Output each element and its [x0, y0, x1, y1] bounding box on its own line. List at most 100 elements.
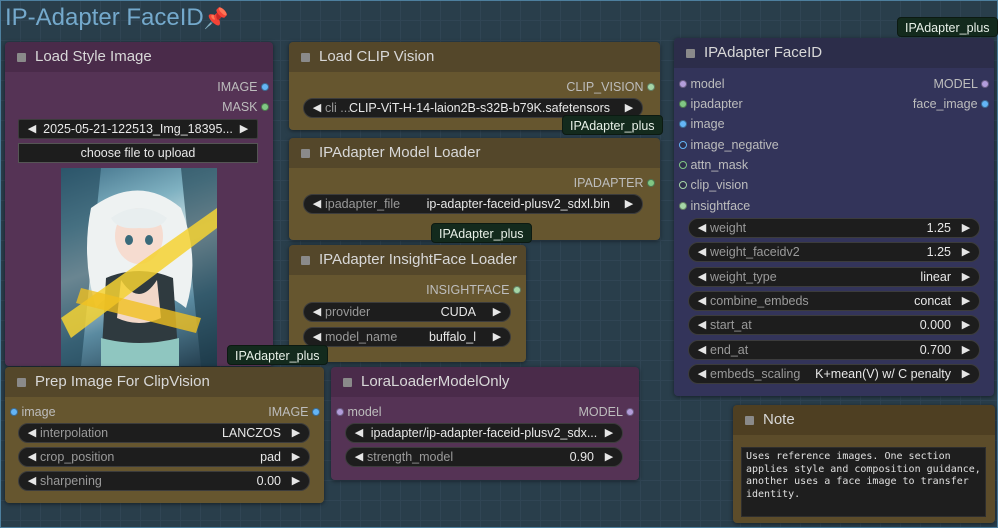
- arrow-left-icon[interactable]: ◀: [695, 268, 709, 286]
- image-output-dot-icon[interactable]: [261, 82, 269, 91]
- arrow-right-icon[interactable]: ▶: [237, 120, 251, 138]
- group-title[interactable]: IP-Adapter FaceID📌: [5, 4, 229, 32]
- output-model[interactable]: MODEL: [934, 76, 989, 92]
- node-note[interactable]: Note Uses reference images. One section …: [733, 405, 995, 523]
- image-input-dot-icon[interactable]: [679, 119, 687, 128]
- arrow-left-icon[interactable]: ◀: [695, 341, 709, 359]
- ipadapter-output-dot-icon[interactable]: [647, 178, 655, 187]
- image-input-dot-icon[interactable]: [10, 407, 18, 416]
- insightface-output-dot-icon[interactable]: [513, 285, 521, 294]
- collapse-dot-icon[interactable]: [17, 378, 26, 387]
- image-output-dot-icon[interactable]: [312, 407, 320, 416]
- arrow-right-icon[interactable]: ▶: [959, 268, 973, 286]
- arrow-left-icon[interactable]: ◀: [310, 195, 324, 213]
- output-ipadapter[interactable]: IPADAPTER: [574, 175, 655, 191]
- node-title[interactable]: Load CLIP Vision: [289, 42, 660, 72]
- node-lora-loader-model-only[interactable]: LoraLoaderModelOnly model MODEL ◀ ipadapt…: [331, 367, 639, 480]
- input-model[interactable]: model: [679, 76, 725, 92]
- input-attn-mask[interactable]: attn_mask: [679, 157, 748, 173]
- clip-vision-output-dot-icon[interactable]: [647, 82, 655, 91]
- mask-output-dot-icon[interactable]: [261, 102, 269, 111]
- arrow-right-icon[interactable]: ▶: [289, 424, 303, 442]
- arrow-left-icon[interactable]: ◀: [310, 303, 324, 321]
- model-input-dot-icon[interactable]: [679, 79, 687, 88]
- collapse-dot-icon[interactable]: [17, 53, 26, 62]
- collapse-dot-icon[interactable]: [686, 49, 695, 58]
- arrow-right-icon[interactable]: ▶: [289, 472, 303, 490]
- arrow-right-icon[interactable]: ▶: [490, 328, 504, 346]
- arrow-left-icon[interactable]: ◀: [25, 120, 39, 138]
- output-model[interactable]: MODEL: [579, 404, 634, 420]
- node-title[interactable]: Note: [733, 405, 995, 435]
- arrow-left-icon[interactable]: ◀: [695, 365, 709, 383]
- arrow-right-icon[interactable]: ▶: [959, 219, 973, 237]
- end-at-widget[interactable]: ◀ end_at 0.700 ▶: [688, 340, 980, 360]
- strength-model-widget[interactable]: ◀ strength_model 0.90 ▶: [345, 447, 623, 467]
- arrow-left-icon[interactable]: ◀: [352, 448, 366, 466]
- crop-position-widget[interactable]: ◀ crop_position pad ▶: [18, 447, 310, 467]
- collapse-dot-icon[interactable]: [343, 378, 352, 387]
- arrow-right-icon[interactable]: ▶: [289, 448, 303, 466]
- input-image[interactable]: image: [679, 116, 725, 132]
- arrow-right-icon[interactable]: ▶: [959, 292, 973, 310]
- node-title[interactable]: Prep Image For ClipVision: [5, 367, 324, 397]
- output-image[interactable]: IMAGE: [217, 79, 269, 95]
- input-image-negative[interactable]: image_negative: [679, 137, 779, 153]
- output-image[interactable]: IMAGE: [268, 404, 320, 420]
- model-name-select[interactable]: ◀ model_name buffalo_l ▶: [303, 327, 511, 347]
- output-clip-vision[interactable]: CLIP_VISION: [566, 79, 655, 95]
- model-output-dot-icon[interactable]: [981, 79, 989, 88]
- input-ipadapter[interactable]: ipadapter: [679, 96, 743, 112]
- model-input-dot-icon[interactable]: [336, 407, 344, 416]
- face-image-output-dot-icon[interactable]: [981, 99, 989, 108]
- node-title[interactable]: LoraLoaderModelOnly: [331, 367, 639, 397]
- ipadapter-input-dot-icon[interactable]: [679, 99, 687, 108]
- collapse-dot-icon[interactable]: [301, 53, 310, 62]
- node-title[interactable]: IPAdapter InsightFace Loader: [289, 245, 526, 275]
- node-load-style-image[interactable]: Load Style Image IMAGE MASK ◀ 2025-05-21…: [5, 42, 273, 366]
- arrow-right-icon[interactable]: ▶: [959, 365, 973, 383]
- arrow-right-icon[interactable]: ▶: [602, 448, 616, 466]
- input-insightface[interactable]: insightface: [679, 198, 750, 214]
- node-title[interactable]: IPAdapter FaceID: [674, 38, 994, 68]
- weight-faceidv2-widget[interactable]: ◀ weight_faceidv2 1.25 ▶: [688, 242, 980, 262]
- embeds-scaling-widget[interactable]: ◀ embeds_scaling K+mean(V) w/ C penalty ▶: [688, 364, 980, 384]
- weight-widget[interactable]: ◀ weight 1.25 ▶: [688, 218, 980, 238]
- arrow-left-icon[interactable]: ◀: [25, 472, 39, 490]
- note-textarea[interactable]: Uses reference images. One section appli…: [741, 447, 986, 517]
- node-title[interactable]: Load Style Image: [5, 42, 273, 72]
- arrow-left-icon[interactable]: ◀: [695, 292, 709, 310]
- image-select[interactable]: ◀ 2025-05-21-122513_Img_18395... ▶: [18, 119, 258, 139]
- arrow-right-icon[interactable]: ▶: [622, 195, 636, 213]
- arrow-right-icon[interactable]: ▶: [959, 341, 973, 359]
- lora-name-select[interactable]: ◀ ipadapter/ip-adapter-faceid-plusv2_sdx.…: [345, 423, 623, 443]
- node-prep-image-clipvision[interactable]: Prep Image For ClipVision image IMAGE ◀ i…: [5, 367, 324, 503]
- provider-select[interactable]: ◀ provider CUDA ▶: [303, 302, 511, 322]
- collapse-dot-icon[interactable]: [301, 256, 310, 265]
- arrow-right-icon[interactable]: ▶: [959, 316, 973, 334]
- output-insightface[interactable]: INSIGHTFACE: [426, 282, 521, 298]
- input-clip-vision[interactable]: clip_vision: [679, 177, 748, 193]
- arrow-left-icon[interactable]: ◀: [310, 328, 324, 346]
- arrow-left-icon[interactable]: ◀: [310, 99, 324, 117]
- arrow-left-icon[interactable]: ◀: [352, 424, 366, 442]
- node-title[interactable]: IPAdapter Model Loader: [289, 138, 660, 168]
- output-mask[interactable]: MASK: [222, 99, 269, 115]
- insightface-input-dot-icon[interactable]: [679, 201, 687, 210]
- start-at-widget[interactable]: ◀ start_at 0.000 ▶: [688, 315, 980, 335]
- input-model[interactable]: model: [336, 404, 382, 420]
- input-image[interactable]: image: [10, 404, 56, 420]
- sharpening-widget[interactable]: ◀ sharpening 0.00 ▶: [18, 471, 310, 491]
- collapse-dot-icon[interactable]: [745, 416, 754, 425]
- upload-button[interactable]: choose file to upload: [18, 143, 258, 163]
- arrow-right-icon[interactable]: ▶: [602, 424, 616, 442]
- clip-vision-input-dot-icon[interactable]: [679, 180, 687, 189]
- arrow-right-icon[interactable]: ▶: [490, 303, 504, 321]
- collapse-dot-icon[interactable]: [301, 149, 310, 158]
- image-negative-input-dot-icon[interactable]: [679, 140, 687, 149]
- combine-embeds-widget[interactable]: ◀ combine_embeds concat ▶: [688, 291, 980, 311]
- arrow-left-icon[interactable]: ◀: [25, 448, 39, 466]
- arrow-left-icon[interactable]: ◀: [25, 424, 39, 442]
- arrow-right-icon[interactable]: ▶: [959, 243, 973, 261]
- node-ipadapter-faceid[interactable]: IPAdapter FaceID model ipadapter image i…: [674, 38, 994, 396]
